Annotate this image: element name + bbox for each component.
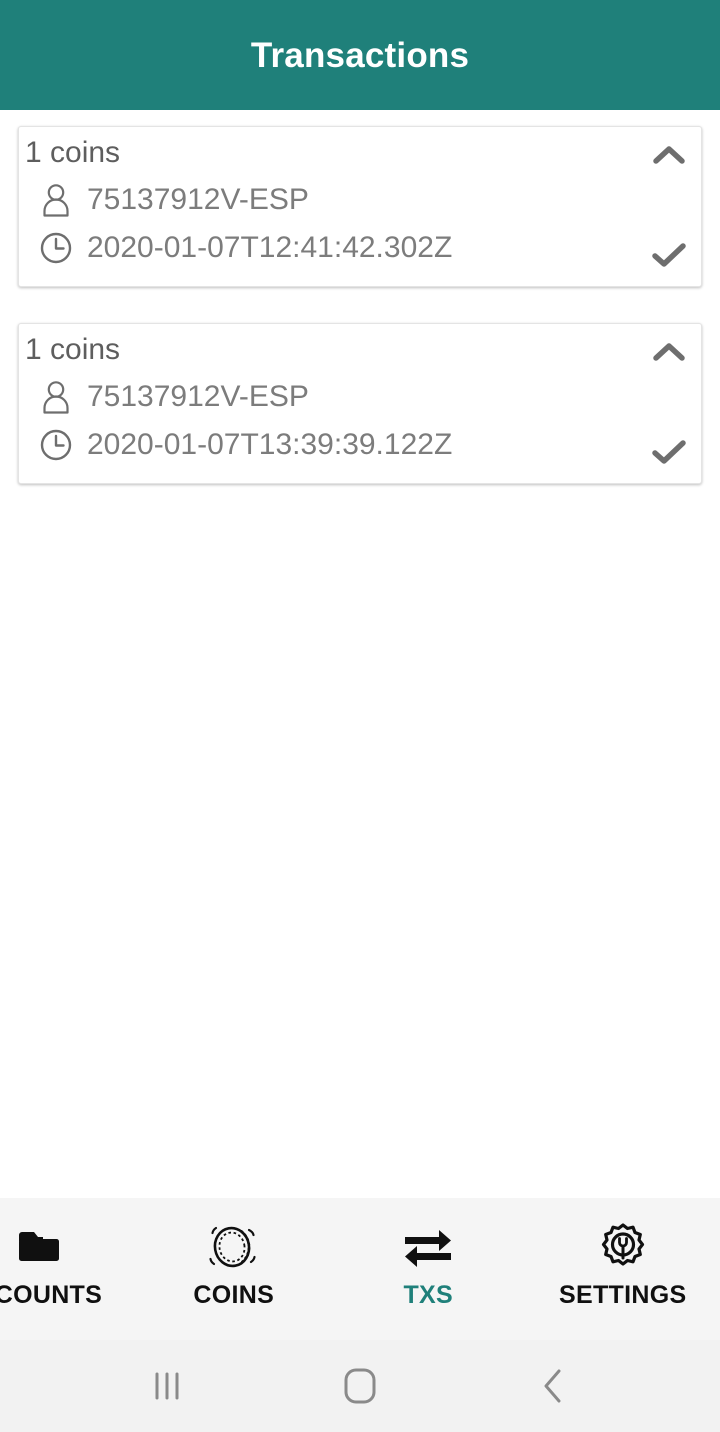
transaction-amount: 1 coins xyxy=(25,136,121,169)
transaction-account-row: 75137912V-ESP xyxy=(19,176,701,224)
transaction-card[interactable]: 1 coins 75137912V-ESP 2020-01 xyxy=(18,126,702,287)
chevron-up-icon[interactable] xyxy=(651,137,687,173)
tab-label-accounts: CCOUNTS xyxy=(0,1281,103,1309)
transaction-account-id: 75137912V-ESP xyxy=(87,183,309,217)
tab-txs[interactable]: TXS xyxy=(338,1220,518,1308)
transaction-list: 1 coins 75137912V-ESP 2020-01-07T12:41:4… xyxy=(0,110,720,1198)
check-icon xyxy=(651,437,687,467)
transaction-amount: 1 coins xyxy=(25,333,121,366)
tab-label-txs: TXS xyxy=(403,1281,454,1309)
person-icon xyxy=(25,380,87,414)
folder-icon xyxy=(17,1220,61,1274)
transaction-timestamp: 2020-01-07T12:41:42.302Z xyxy=(87,231,453,265)
transaction-account-row: 75137912V-ESP xyxy=(19,373,701,421)
transaction-card[interactable]: 1 coins 75137912V-ESP 2020-01 xyxy=(18,323,702,484)
tab-settings[interactable]: SETTINGS xyxy=(533,1220,713,1308)
app-bar: Transactions xyxy=(0,0,720,110)
home-icon[interactable] xyxy=(300,1340,420,1432)
transaction-time-row: 2020-01-07T12:41:42.302Z xyxy=(19,224,701,272)
chevron-up-icon[interactable] xyxy=(651,334,687,370)
coin-icon xyxy=(208,1220,260,1274)
tab-label-settings: SETTINGS xyxy=(559,1281,687,1309)
system-navigation-bar xyxy=(0,1340,720,1432)
page-title: Transactions xyxy=(250,35,470,75)
check-icon xyxy=(651,240,687,270)
transaction-timestamp: 2020-01-07T13:39:39.122Z xyxy=(87,428,453,462)
clock-icon xyxy=(25,428,87,462)
person-icon xyxy=(25,183,87,217)
transaction-time-row: 2020-01-07T13:39:39.122Z xyxy=(19,421,701,469)
tab-coins[interactable]: COINS xyxy=(144,1220,324,1308)
recents-icon[interactable] xyxy=(107,1340,227,1432)
app-root: Transactions 1 coins 75137912V-ESP 2020-… xyxy=(0,0,720,1432)
bottom-tab-bar: CCOUNTS COINS xyxy=(0,1198,720,1340)
clock-icon xyxy=(25,231,87,265)
tab-label-coins: COINS xyxy=(193,1281,275,1309)
back-chevron-icon[interactable] xyxy=(493,1340,613,1432)
tab-accounts[interactable]: CCOUNTS xyxy=(0,1220,129,1308)
transaction-account-id: 75137912V-ESP xyxy=(87,380,309,414)
swap-arrows-icon xyxy=(402,1220,454,1274)
gear-wrench-icon xyxy=(598,1220,648,1274)
